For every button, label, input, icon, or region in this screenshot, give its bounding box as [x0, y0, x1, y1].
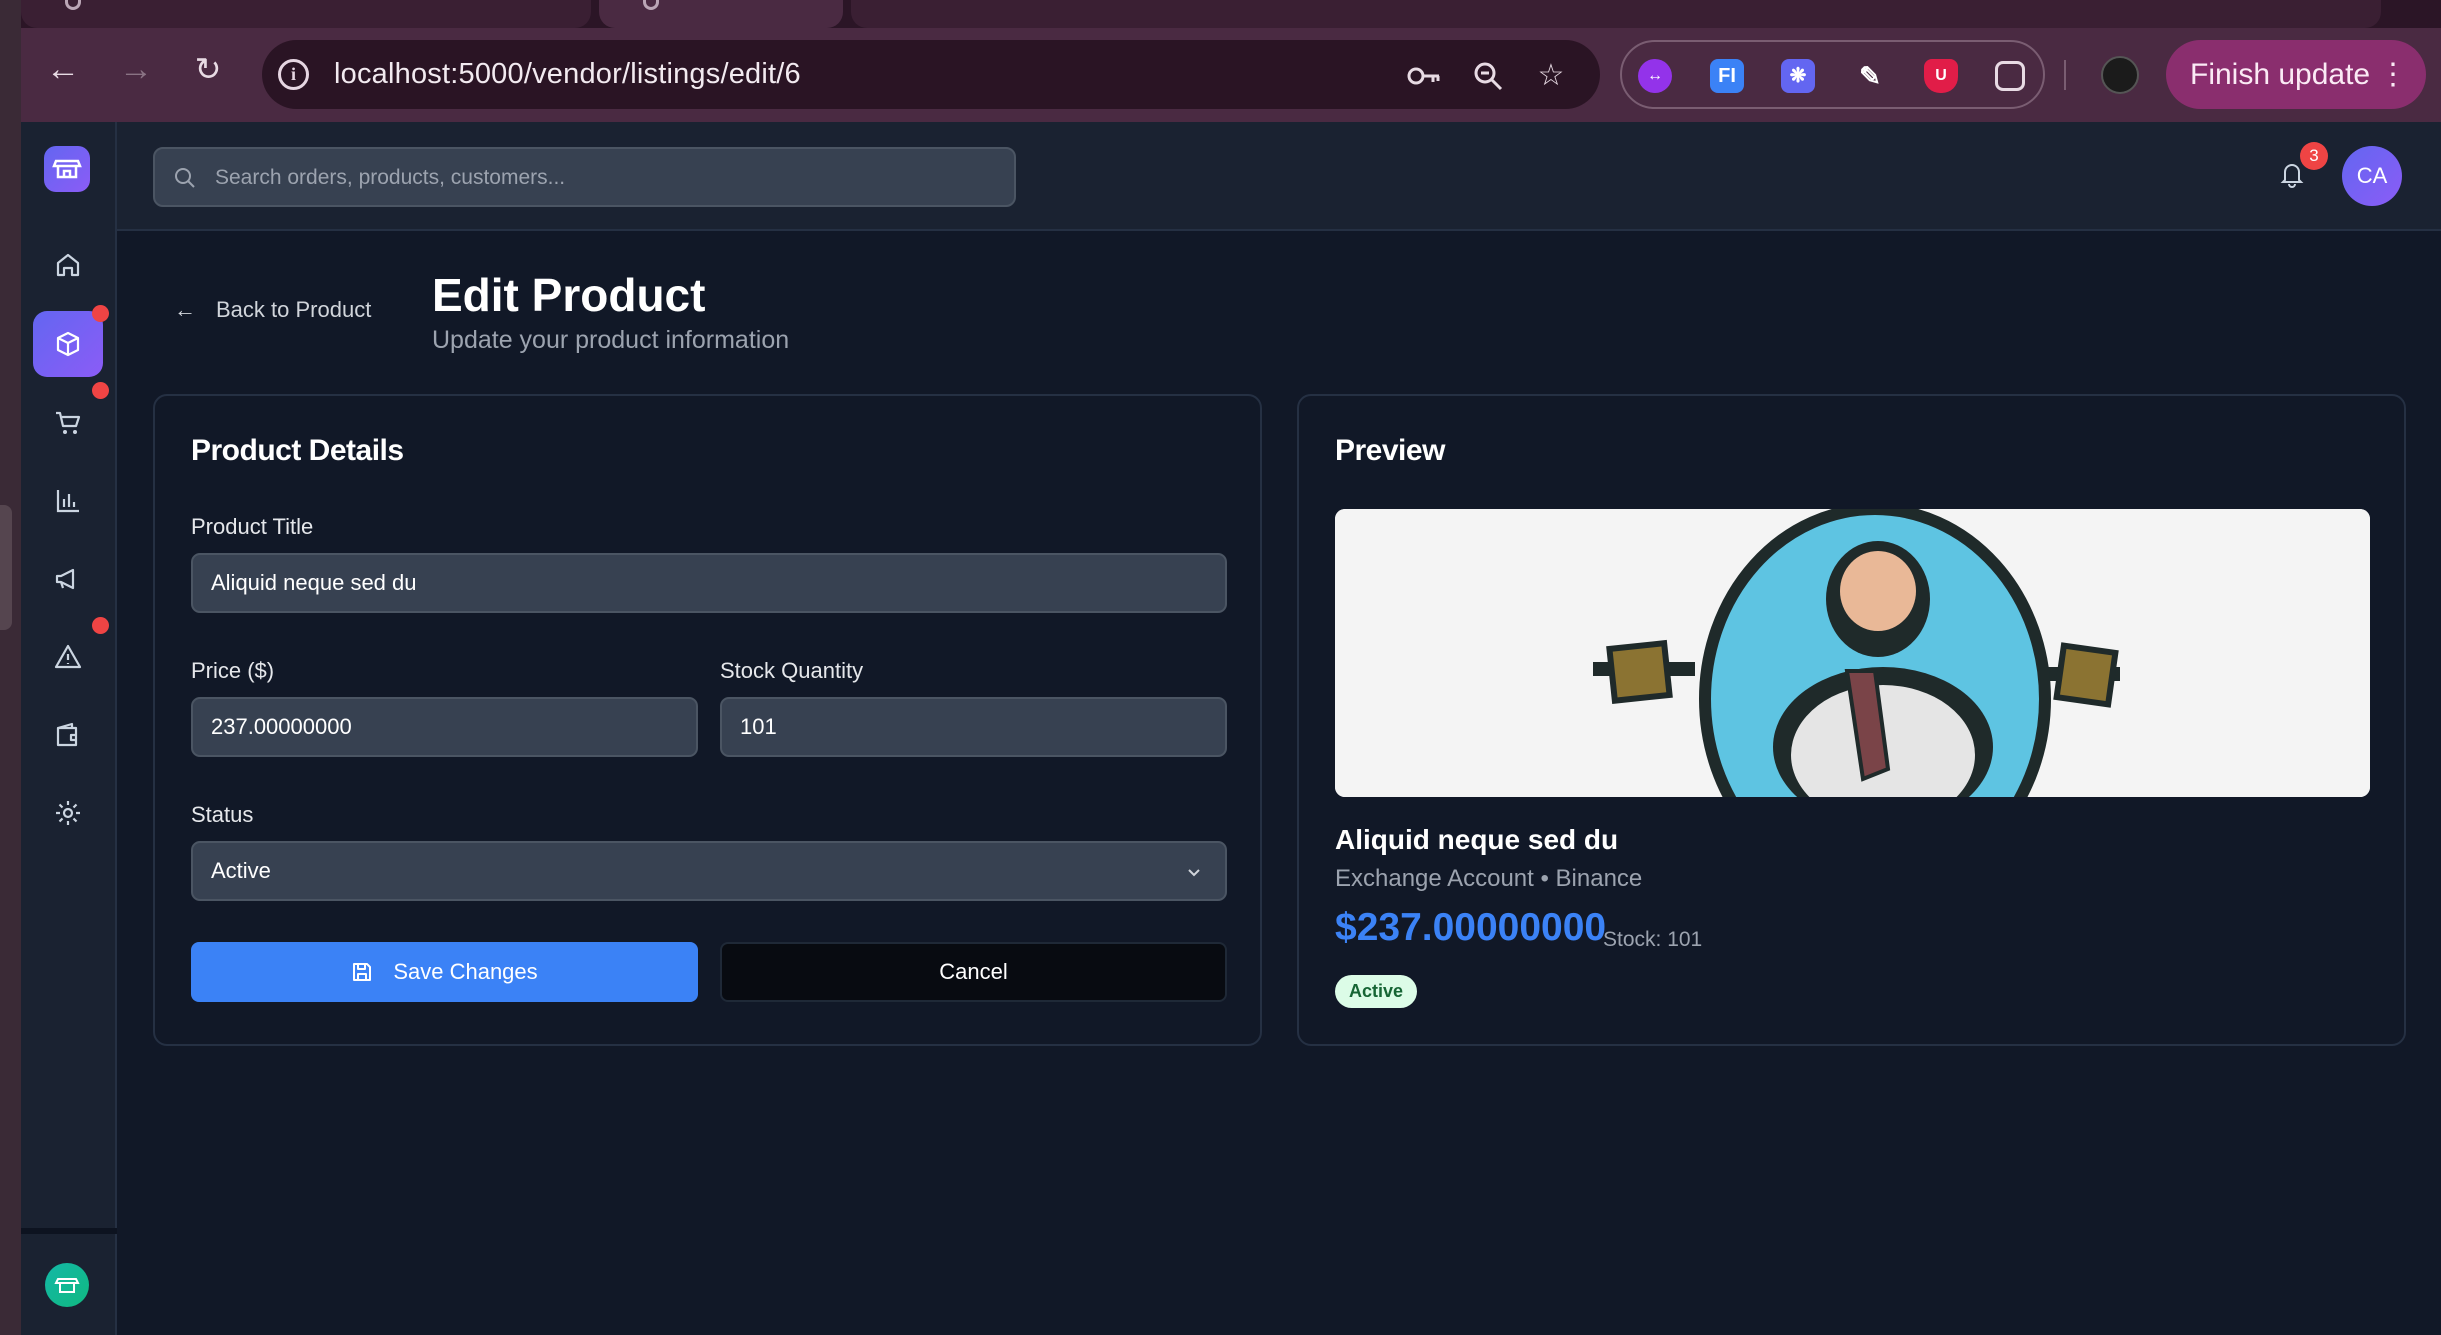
back-to-product-link[interactable]: ← Back to Product [174, 297, 371, 323]
price-label: Price ($) [191, 658, 275, 683]
status-select-value: Active [211, 858, 271, 883]
page-subtitle: Update your product information [432, 326, 790, 354]
search-placeholder: Search orders, products, customers... [215, 166, 566, 189]
toolbar-separator [2064, 60, 2066, 90]
cancel-button[interactable]: Cancel [720, 942, 1227, 1002]
back-link-label: Back to Product [216, 297, 372, 322]
reload-icon[interactable]: ↻ [190, 51, 226, 87]
preview-stock: Stock: 101 [1603, 928, 1703, 951]
sidebar-item-products[interactable] [33, 311, 103, 377]
floppy-disk-icon [353, 963, 372, 981]
cancel-label: Cancel [939, 959, 1008, 984]
sidebar-item-marketing[interactable] [33, 546, 103, 612]
product-title-input[interactable]: Aliquid neque sed du [191, 553, 1227, 613]
preview-price: $237.00000000 [1335, 906, 1607, 949]
top-bar: Search orders, products, customers... 3 … [117, 122, 2441, 231]
wallet-icon [56, 722, 78, 747]
profile-extension-icon[interactable] [2101, 56, 2139, 94]
sidebar-item-home[interactable] [33, 232, 103, 298]
site-info-icon[interactable]: i [278, 59, 309, 90]
bar-chart-icon [56, 490, 79, 513]
sidebar [21, 122, 117, 1335]
bracket-extension-icon[interactable]: ↔ [1638, 59, 1672, 93]
snowflake-extension-icon[interactable]: ❋ [1781, 59, 1815, 93]
orders-badge [92, 382, 109, 399]
extensions-group: ↔ FI ❋ ✎ U [1620, 40, 2045, 109]
sidebar-divider [21, 1228, 117, 1234]
bookmark-star-icon[interactable]: ☆ [1535, 60, 1567, 92]
search-icon [175, 168, 195, 188]
status-label: Status [191, 802, 254, 827]
save-changes-button[interactable]: Save Changes [191, 942, 698, 1002]
ublock-extension-icon[interactable]: U [1924, 59, 1958, 93]
gear-icon [56, 801, 80, 825]
tab-favicon-icon [643, 0, 659, 10]
address-bar[interactable]: i localhost:5000/vendor/listings/edit/6 … [262, 40, 1600, 109]
preview-product-name: Aliquid neque sed du [1335, 824, 1619, 855]
status-select[interactable]: Active [191, 841, 1227, 901]
product-image [1335, 509, 2370, 797]
sidebar-item-wallet[interactable] [33, 702, 103, 768]
disputes-badge [92, 617, 109, 634]
page-title: Edit Product [432, 269, 706, 321]
products-badge [92, 305, 109, 322]
address-url[interactable]: localhost:5000/vendor/listings/edit/6 [334, 58, 801, 91]
more-vert-icon[interactable]: ⋮ [2378, 40, 2408, 109]
key-icon[interactable] [1407, 60, 1440, 92]
browser-tab[interactable] [851, 0, 2381, 28]
notification-count-badge: 3 [2300, 142, 2328, 170]
sidebar-item-settings[interactable] [33, 780, 103, 846]
forward-arrow-icon[interactable]: → [118, 51, 154, 87]
fi-extension-icon[interactable]: FI [1710, 59, 1744, 93]
arrow-left-icon: ← [174, 297, 196, 322]
package-icon [56, 331, 80, 357]
title-label: Product Title [191, 514, 314, 539]
product-mascot-image [1335, 509, 2370, 797]
sidebar-item-analytics[interactable] [33, 468, 103, 534]
product-details-card: Product Details Product Title Aliquid ne… [153, 394, 1262, 1046]
browser-tab[interactable] [21, 0, 591, 28]
bell-icon[interactable] [2279, 160, 2305, 188]
eyedropper-extension-icon[interactable]: ✎ [1853, 59, 1887, 93]
stock-label: Stock Quantity [720, 658, 864, 683]
search-input[interactable]: Search orders, products, customers... [153, 147, 1016, 207]
alert-triangle-icon [54, 644, 82, 669]
store-logo-icon[interactable] [44, 146, 90, 192]
avatar[interactable]: CA [2342, 146, 2402, 206]
preview-heading: Preview [1335, 434, 1445, 467]
product-details-heading: Product Details [191, 434, 404, 467]
puzzle-extension-icon[interactable] [1995, 61, 2025, 91]
save-changes-label: Save Changes [393, 959, 538, 984]
preview-category: Exchange Account • Binance [1335, 865, 1643, 892]
megaphone-icon [55, 568, 75, 590]
browser-tab-active[interactable] [599, 0, 843, 28]
finish-update-button[interactable]: Finish update ⋮ [2166, 40, 2426, 109]
zoom-icon[interactable] [1472, 60, 1504, 92]
desktop-dock-handle [0, 505, 12, 630]
store-switch-icon[interactable] [45, 1263, 89, 1307]
browser-tabstrip [21, 0, 2441, 28]
desktop-edge [0, 0, 21, 1335]
sidebar-item-disputes[interactable] [33, 624, 103, 690]
back-arrow-icon[interactable]: ← [45, 51, 81, 87]
home-icon [56, 253, 80, 277]
finish-update-label: Finish update [2190, 58, 2371, 91]
sidebar-item-orders[interactable] [33, 390, 103, 456]
preview-card: Preview Aliquid neque sed du Exchange Ac… [1297, 394, 2406, 1046]
stock-quantity-input[interactable]: 101 [720, 697, 1227, 757]
tab-favicon-icon [65, 0, 81, 10]
cart-icon [56, 411, 81, 434]
price-input[interactable]: 237.00000000 [191, 697, 698, 757]
vendor-app: Search orders, products, customers... 3 … [21, 122, 2441, 1335]
chevron-down-icon [1188, 869, 1200, 877]
status-badge: Active [1335, 975, 1418, 1008]
